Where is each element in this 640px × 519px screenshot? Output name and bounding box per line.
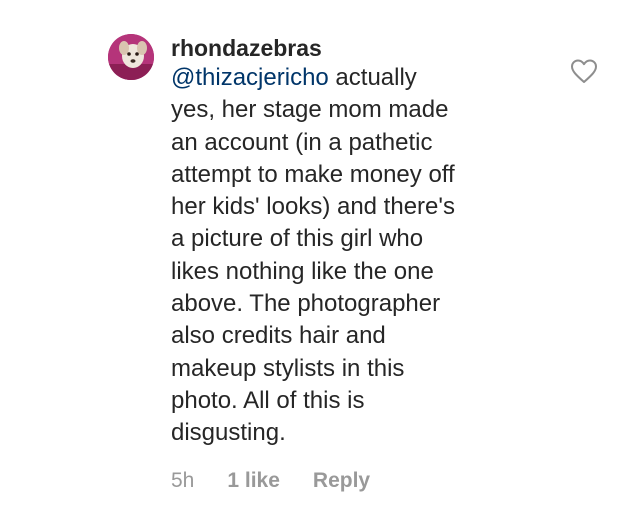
avatar-image bbox=[108, 34, 154, 80]
comment-line: @thizacjericho actually bbox=[171, 62, 551, 94]
comment-line: above. The photographer bbox=[171, 290, 441, 318]
comment: rhondazebras @thizacjericho actually yes… bbox=[0, 0, 640, 519]
heart-outline-icon[interactable] bbox=[570, 58, 598, 84]
avatar[interactable] bbox=[108, 34, 154, 80]
comment-line: yes, her stage mom made bbox=[171, 96, 449, 124]
comment-line: also credits hair and bbox=[171, 322, 386, 350]
like-count[interactable]: 1 like bbox=[227, 468, 280, 494]
comment-line: makeup stylists in this bbox=[171, 354, 405, 382]
comment-line: her kids' looks) and there's bbox=[171, 193, 455, 221]
comment-line: photo. All of this is bbox=[171, 386, 365, 414]
username[interactable]: rhondazebras bbox=[171, 34, 551, 62]
comment-line: a picture of this girl who bbox=[171, 225, 424, 253]
comment-line: attempt to make money off bbox=[171, 160, 455, 188]
reply-button[interactable]: Reply bbox=[313, 468, 370, 494]
comment-text: @thizacjericho actually yes, her stage m… bbox=[171, 62, 551, 450]
comment-line-text: actually bbox=[328, 64, 417, 91]
comment-line: an account (in a pathetic bbox=[171, 128, 433, 156]
comment-line: likes nothing like the one bbox=[171, 257, 434, 285]
comment-meta: 5h 1 like Reply bbox=[171, 468, 370, 494]
comment-body: rhondazebras @thizacjericho actually yes… bbox=[171, 34, 551, 450]
comment-line: disgusting. bbox=[171, 419, 286, 447]
timestamp: 5h bbox=[171, 469, 195, 492]
mention-link[interactable]: @thizacjericho bbox=[171, 64, 329, 91]
